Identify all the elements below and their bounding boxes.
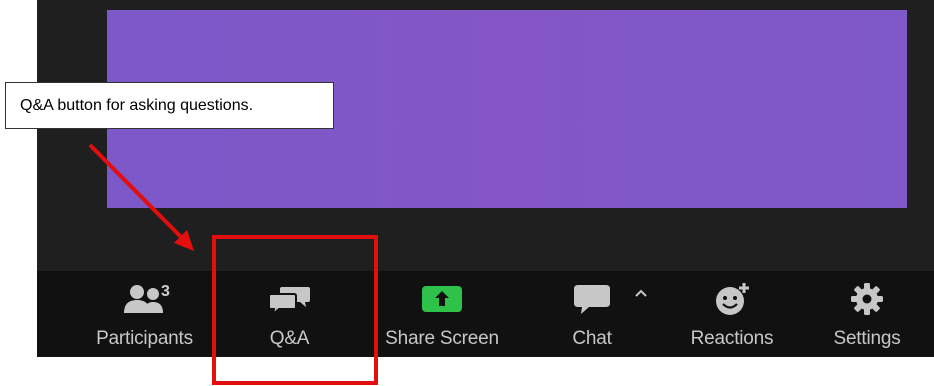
- reactions-icon: [707, 281, 757, 317]
- chat-label: Chat: [572, 328, 612, 349]
- screenshot: 3 Participants Q&A Share Screen Chat Rea…: [0, 0, 934, 386]
- participants-button[interactable]: 3 Participants: [82, 271, 207, 357]
- share-screen-button[interactable]: Share Screen: [377, 271, 507, 357]
- share-screen-icon: [417, 281, 467, 317]
- callout-text: Q&A button for asking questions.: [20, 97, 254, 114]
- share-screen-label: Share Screen: [385, 328, 499, 349]
- settings-label: Settings: [833, 328, 901, 349]
- settings-button[interactable]: Settings: [822, 271, 912, 357]
- reactions-button[interactable]: Reactions: [677, 271, 787, 357]
- qa-highlight-box: [212, 235, 378, 385]
- chat-button[interactable]: Chat: [552, 271, 632, 357]
- participants-label: Participants: [96, 328, 193, 349]
- chevron-up-icon[interactable]: [634, 286, 648, 304]
- chat-icon: [567, 281, 617, 317]
- annotation-callout: Q&A button for asking questions.: [5, 82, 334, 129]
- gear-icon: [842, 281, 892, 317]
- meeting-toolbar: 3 Participants Q&A Share Screen Chat Rea…: [37, 271, 934, 357]
- reactions-label: Reactions: [690, 328, 774, 349]
- participant-count: 3: [161, 283, 170, 300]
- annotation-arrow: [88, 143, 194, 251]
